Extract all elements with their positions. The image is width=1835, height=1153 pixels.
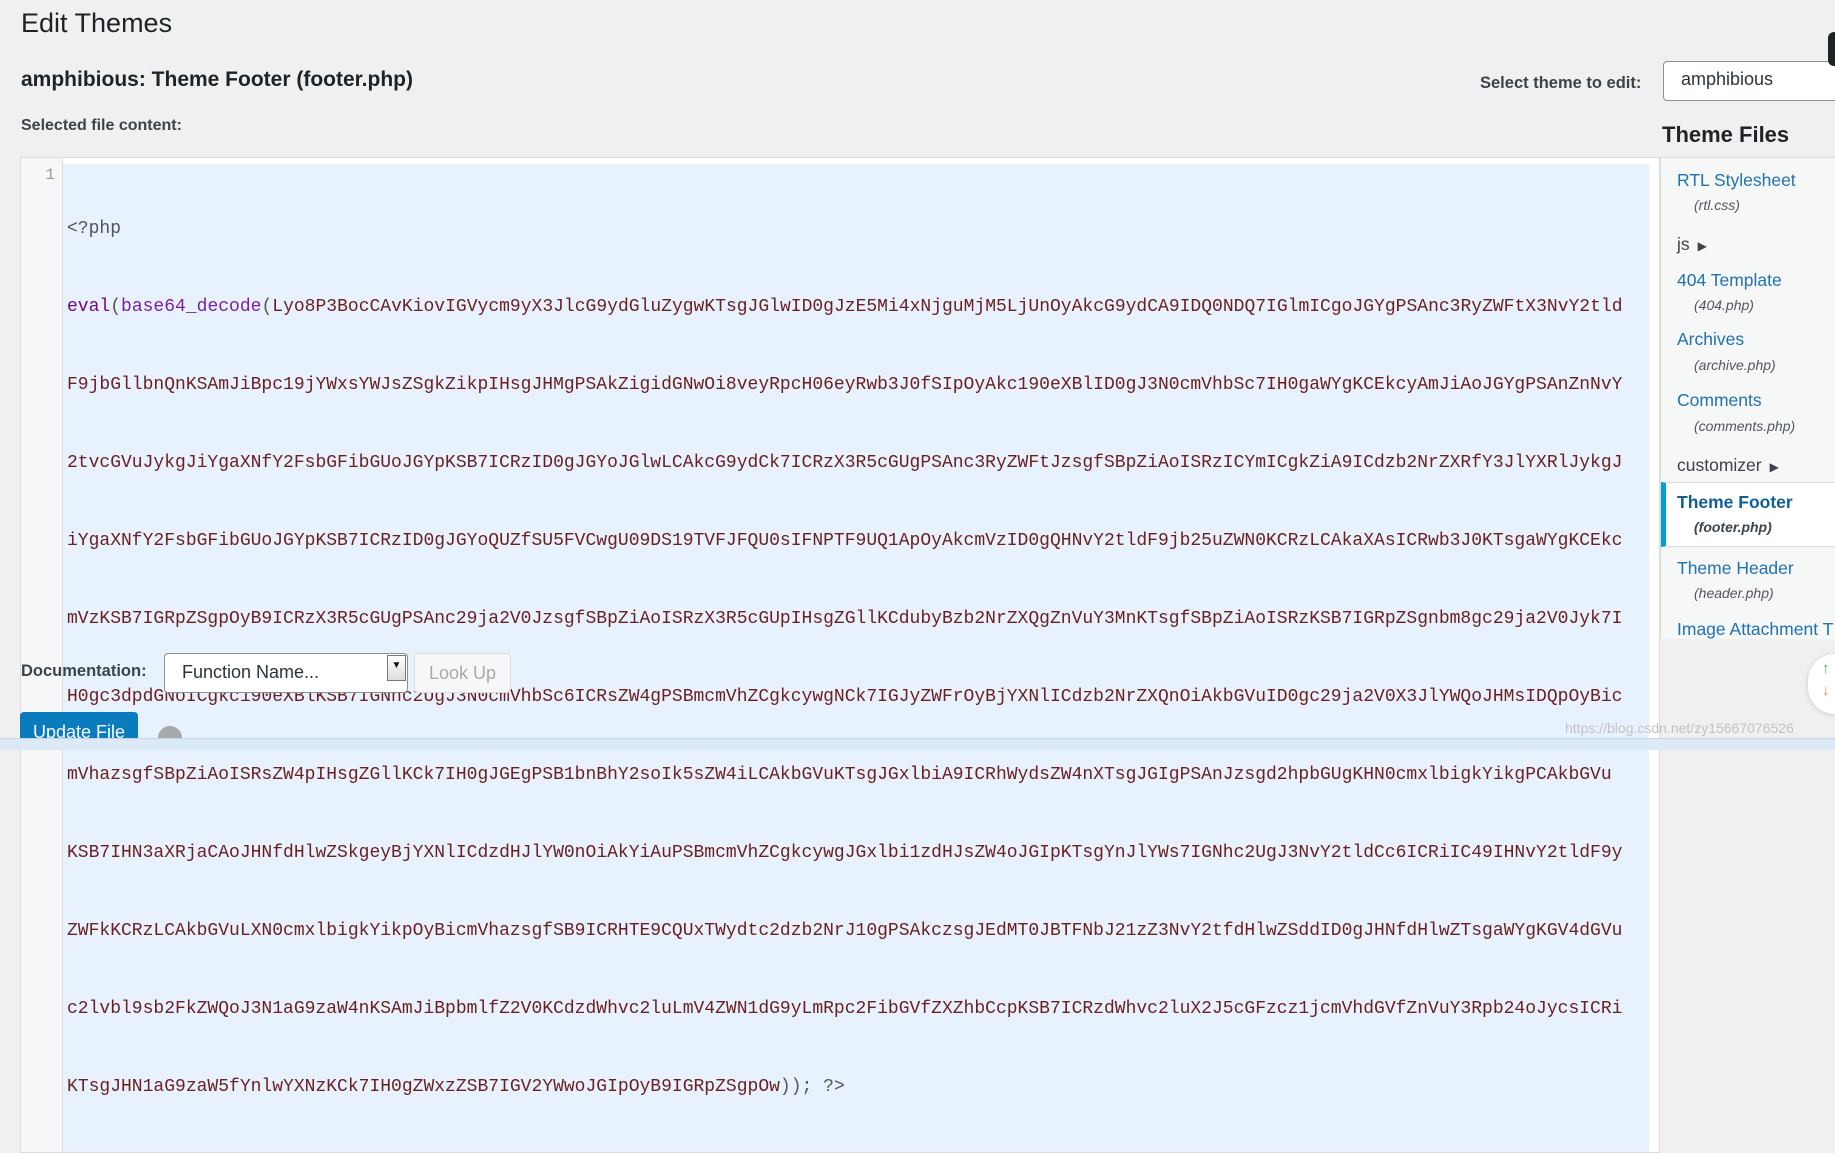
folder-js[interactable]: js ▶: [1677, 234, 1707, 255]
page-title: Edit Themes: [21, 8, 173, 38]
function-name-select[interactable]: Function Name... ▼: [164, 653, 408, 693]
bottom-bar: [0, 738, 1835, 750]
payload-line: 2tvcGVuJykgJiYgaXNfY2FsbGFibGUoJGYpKSB7I…: [67, 453, 1623, 473]
expand-triangle-icon: ▶: [1697, 239, 1707, 253]
folder-label: js: [1677, 234, 1690, 254]
payload-line: ZWFkKCRzLCAkbGVuLXN0cmxlbigkYikpOyBicmVh…: [67, 921, 1623, 941]
documentation-label: Documentation:: [21, 662, 147, 680]
theme-files-list[interactable]: RTL Stylesheet (rtl.css) js ▶ 404 Templat…: [1660, 157, 1835, 639]
paren: (: [261, 297, 273, 317]
php-close-tag: ?>: [823, 1077, 845, 1097]
folder-customizer[interactable]: customizer ▶: [1677, 455, 1779, 476]
file-image-attachment[interactable]: Image Attachment T: [1677, 619, 1833, 639]
expand-triangle-icon: ▶: [1769, 460, 1779, 474]
line-number: 1: [45, 166, 55, 184]
arrow-down-icon[interactable]: ↓: [1822, 682, 1830, 699]
file-name: (rtl.css): [1694, 197, 1740, 213]
file-rtl-stylesheet[interactable]: RTL Stylesheet: [1677, 170, 1796, 191]
theme-files-heading: Theme Files: [1662, 122, 1790, 147]
php-open-tag: <?php: [67, 219, 122, 239]
file-archives[interactable]: Archives: [1677, 329, 1744, 350]
selected-file-label: Selected file content:: [21, 117, 182, 134]
file-name: (header.php): [1694, 585, 1774, 601]
payload-line: mVzKSB7IGRpZSgpOyB9ICRzX3R5cGUgPSAnc29ja…: [67, 609, 1623, 629]
file-name: (archive.php): [1694, 357, 1776, 373]
theme-select[interactable]: amphibious: [1663, 61, 1835, 101]
payload-line: KTsgJHN1aG9zaW5fYnlwYXNzKCk7IH0gZWxzZSB7…: [67, 1077, 780, 1097]
file-heading: amphibious: Theme Footer (footer.php): [21, 68, 413, 91]
folder-label: customizer: [1677, 455, 1762, 475]
file-name: (404.php): [1694, 297, 1754, 313]
closing-parens: ));: [779, 1077, 813, 1097]
payload-line: KSB7IHN3aXRjaCAoJHNfdHlwZSkgeyBjYXNlICdz…: [67, 843, 1623, 863]
payload-line: F9jbGllbnQnKSAmJiBpc19jYWxsYWJsZSgkZikpI…: [67, 375, 1623, 395]
theme-select-value: amphibious: [1681, 69, 1774, 89]
file-name: (footer.php): [1694, 519, 1772, 535]
look-up-button[interactable]: Look Up: [414, 653, 511, 693]
function-select-value: Function Name...: [182, 662, 320, 682]
paren: (: [110, 297, 122, 317]
payload-line: c2lvbl9sb2FkZWQoJ3N1aG9zaW4nKSAmJiBpbmlf…: [67, 999, 1623, 1019]
file-comments[interactable]: Comments: [1677, 390, 1762, 411]
dropdown-arrow-icon[interactable]: ▼: [387, 655, 406, 681]
file-404-template[interactable]: 404 Template: [1677, 270, 1782, 291]
help-tab-edge[interactable]: [1828, 32, 1835, 66]
editor-gutter: 1: [21, 158, 63, 1152]
payload-line: iYgaXNfY2FsbGFibGUoJGYpKSB7ICRzID0gJGYoQ…: [67, 531, 1623, 551]
watermark: https://blog.csdn.net/zy15667076526: [1565, 720, 1794, 736]
payload-line: mVhazsgfSBpZiAoISRsZW4pIHsgZGllKCk7IH0gJ…: [67, 765, 1612, 785]
file-theme-footer[interactable]: Theme Footer: [1677, 492, 1793, 513]
arrow-up-icon[interactable]: ↑: [1822, 660, 1830, 677]
file-theme-header[interactable]: Theme Header: [1677, 558, 1794, 579]
eval-keyword: eval: [67, 297, 111, 317]
decode-function: base64_decode: [121, 297, 262, 317]
payload-line: Lyo8P3BocCAvKiovIGVycm9yX3JlcG9ydGluZygw…: [272, 297, 1623, 317]
select-theme-label: Select theme to edit:: [1480, 74, 1642, 92]
file-name: (comments.php): [1694, 418, 1796, 434]
scroll-widget[interactable]: ↑ ↓: [1808, 654, 1835, 714]
